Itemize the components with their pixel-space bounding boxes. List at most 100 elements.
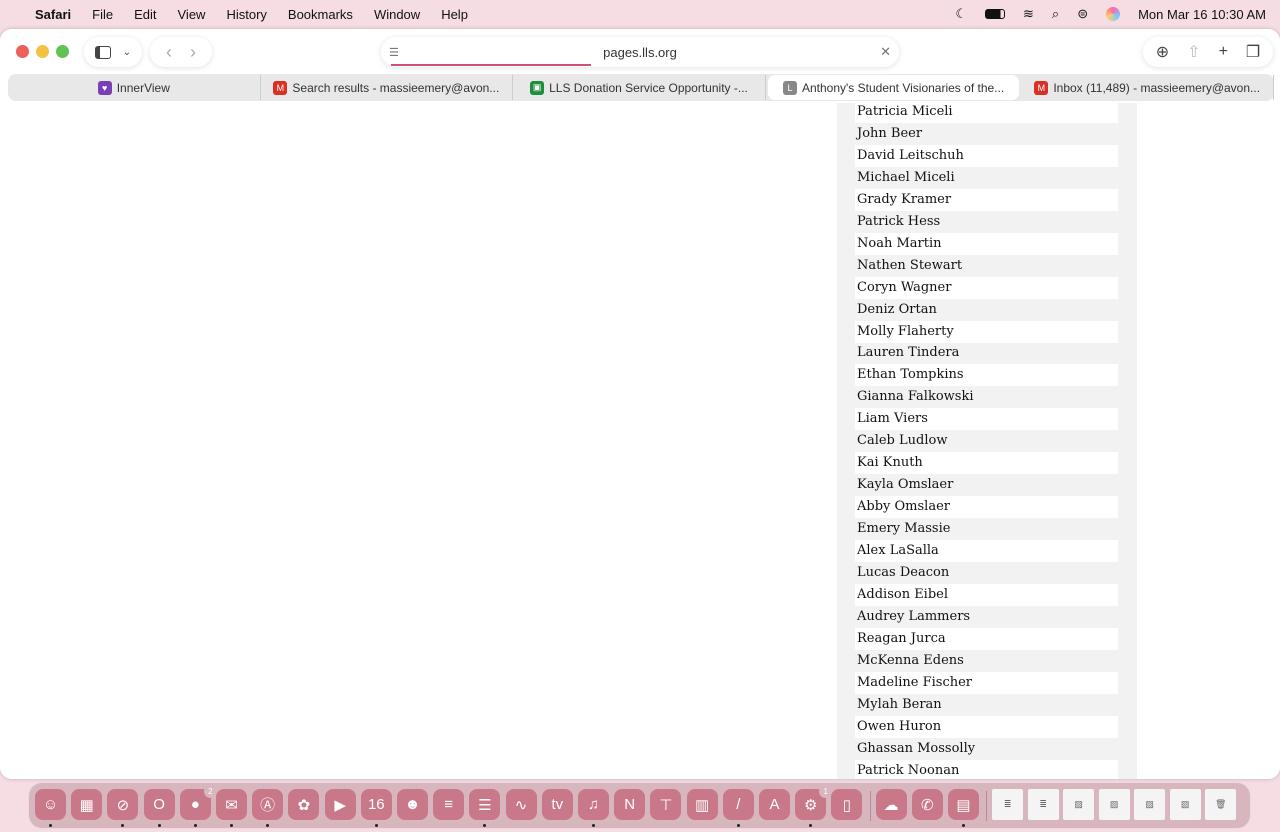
dock-trash-icon[interactable]: 🗑 — [1205, 789, 1237, 820]
dock-safari-icon[interactable]: ⊘ — [107, 789, 139, 820]
tab-3[interactable]: L Anthony's Student Visionaries of the... — [767, 75, 1020, 100]
name-row: Deniz Ortan — [857, 301, 937, 317]
tab-overview-icon[interactable]: ❐ — [1246, 42, 1260, 62]
nav-buttons: ‹ › — [150, 37, 212, 67]
menu-bar: Safari File Edit View History Bookmarks … — [0, 0, 1280, 28]
name-row: Molly Flaherty — [855, 320, 1118, 343]
wifi-icon[interactable]: ≋ — [1023, 6, 1034, 22]
menu-file[interactable]: File — [92, 7, 113, 22]
focus-moon-icon[interactable]: ☾ — [955, 6, 967, 22]
menu-bookmarks[interactable]: Bookmarks — [288, 7, 353, 22]
dock-reminders-icon[interactable]: ≡ — [433, 789, 465, 820]
running-indicator — [193, 824, 197, 827]
dock-maps-icon[interactable]: Ⓐ — [252, 789, 284, 820]
tab-1[interactable]: M Search results - massieemery@avon... — [261, 75, 514, 100]
name-row: Nathen Stewart — [857, 257, 963, 273]
dock-photo-doc-icon[interactable]: ▨ — [1169, 789, 1201, 820]
dock-photo-doc-icon[interactable]: ▨ — [1098, 789, 1130, 820]
name-row: John Beer — [857, 125, 923, 141]
dock-photo-doc-icon[interactable]: ▨ — [1063, 789, 1095, 820]
chevron-down-icon[interactable]: ⌄ — [123, 47, 131, 58]
new-tab-icon[interactable]: + — [1219, 43, 1228, 61]
name-row: Alex LaSalla — [855, 540, 1118, 562]
name-row: David Leitschuh — [855, 144, 1118, 167]
zoom-window-button[interactable] — [56, 45, 69, 58]
dock-launchpad-icon[interactable]: ▦ — [71, 789, 103, 820]
dock-photo-doc-icon[interactable]: ▨ — [1134, 789, 1166, 820]
share-icon[interactable]: ⇧ — [1187, 42, 1200, 62]
dock-facetime-icon[interactable]: ▶ — [324, 789, 356, 820]
dock-opera-icon[interactable]: O — [143, 789, 175, 820]
name-row: Patrick Noonan — [855, 759, 1118, 779]
menu-window[interactable]: Window — [374, 7, 420, 22]
dock-document-icon[interactable]: ≣ — [1027, 789, 1059, 820]
letter-l-icon: L — [782, 80, 797, 95]
dock-numbers-icon[interactable]: ▥ — [686, 789, 718, 820]
tab-2[interactable]: ▣ LLS Donation Service Opportunity -... — [513, 75, 766, 100]
dock-photos-icon[interactable]: ✿ — [288, 789, 320, 820]
tab-bar: ♥ InnerView M Search results - massieemery@… — [8, 74, 1274, 101]
name-row: Ethan Tompkins — [855, 364, 1118, 387]
downloads-icon[interactable]: ⊕ — [1156, 42, 1169, 62]
name-row: Emery Massie — [857, 521, 951, 537]
dock-finder-icon[interactable]: ☺ — [35, 789, 66, 820]
minimize-window-button[interactable] — [36, 45, 49, 58]
name-row: Grady Kramer — [855, 188, 1118, 211]
running-indicator — [49, 824, 52, 827]
dock-app-store-icon[interactable]: A — [759, 789, 790, 820]
tab-4[interactable]: M Inbox (11,489) - massieemery@avon... — [1021, 75, 1274, 100]
dock-printer-icon[interactable]: ▤ — [948, 789, 979, 820]
running-indicator — [962, 824, 965, 827]
close-window-button[interactable] — [16, 45, 29, 58]
dock-icloud-icon[interactable]: ☁ — [875, 789, 907, 820]
dock-mail-icon[interactable]: ✉ — [216, 789, 247, 820]
sidebar-toggle-button[interactable]: ⌄ — [84, 37, 142, 67]
dock-contacts-icon[interactable]: ☻ — [397, 789, 428, 820]
dock-document-icon[interactable]: ≣ — [992, 789, 1024, 820]
dock-keynote-icon[interactable]: ⊤ — [650, 789, 682, 820]
dock-phone-icon[interactable]: ✆ — [911, 789, 943, 820]
innerview-icon: ♥ — [97, 80, 112, 95]
menu-view[interactable]: View — [178, 7, 206, 22]
tab-0[interactable]: ♥ InnerView — [8, 75, 261, 100]
name-row: Kayla Omslaer — [857, 477, 954, 493]
name-row: Caleb Ludlow — [857, 433, 948, 449]
menu-help[interactable]: Help — [441, 7, 468, 22]
dock-pages-icon[interactable]: / — [722, 789, 754, 820]
running-indicator — [592, 824, 595, 827]
tab-title: InnerView — [116, 80, 170, 95]
back-icon[interactable]: ‹ — [166, 42, 172, 63]
dock-tv-icon[interactable]: tv — [541, 789, 573, 820]
name-row: Reagan Jurca — [855, 627, 1118, 650]
forward-icon[interactable]: › — [190, 42, 196, 63]
load-progress-bar — [391, 64, 591, 66]
menu-history[interactable]: History — [226, 7, 266, 22]
dock-music-icon[interactable]: ♫ — [578, 789, 609, 820]
dock-freeform-icon[interactable]: ∿ — [505, 789, 537, 820]
menu-app-name[interactable]: Safari — [35, 7, 71, 22]
stop-loading-icon[interactable]: ✕ — [880, 44, 891, 60]
page-menu-icon[interactable]: ☰ — [389, 46, 399, 59]
dock-iphone-mirroring-icon[interactable]: ▯ — [831, 789, 863, 820]
dock-calendar-icon[interactable]: 16 — [360, 789, 392, 820]
dock-system-settings-icon[interactable]: ⚙ 1 — [795, 785, 833, 820]
search-icon[interactable]: ⌕ — [1052, 6, 1059, 22]
url-text[interactable]: pages.lls.org — [603, 45, 677, 60]
sidebar-icon — [94, 45, 111, 59]
safari-window: ⌄ ‹ › ☰ pages.lls.org ✕ ⊕ ⇧ + ❐ ♥ InnerVi… — [0, 29, 1280, 779]
dock-notes-icon[interactable]: ☰ — [469, 789, 501, 820]
tab-title: Inbox (11,489) - massieemery@avon... — [1053, 80, 1261, 95]
address-bar[interactable]: ☰ pages.lls.org ✕ — [381, 37, 899, 67]
dock-messages-icon[interactable]: ● 2 — [179, 785, 217, 820]
name-row: Madeline Fischer — [855, 671, 1118, 694]
running-indicator — [266, 824, 270, 827]
siri-icon[interactable] — [1106, 7, 1121, 21]
running-indicator — [121, 824, 125, 827]
menu-edit[interactable]: Edit — [134, 7, 156, 22]
battery-icon[interactable] — [985, 9, 1005, 19]
page-content: Patricia Miceli John Beer David Leitschuh M… — [0, 101, 1280, 779]
dock-news-icon[interactable]: N — [614, 789, 646, 820]
control-center-icon[interactable]: ⊜ — [1077, 6, 1088, 22]
clock[interactable]: Mon Mar 16 10:30 AM — [1138, 7, 1266, 22]
name-row: McKenna Edens — [857, 652, 964, 668]
